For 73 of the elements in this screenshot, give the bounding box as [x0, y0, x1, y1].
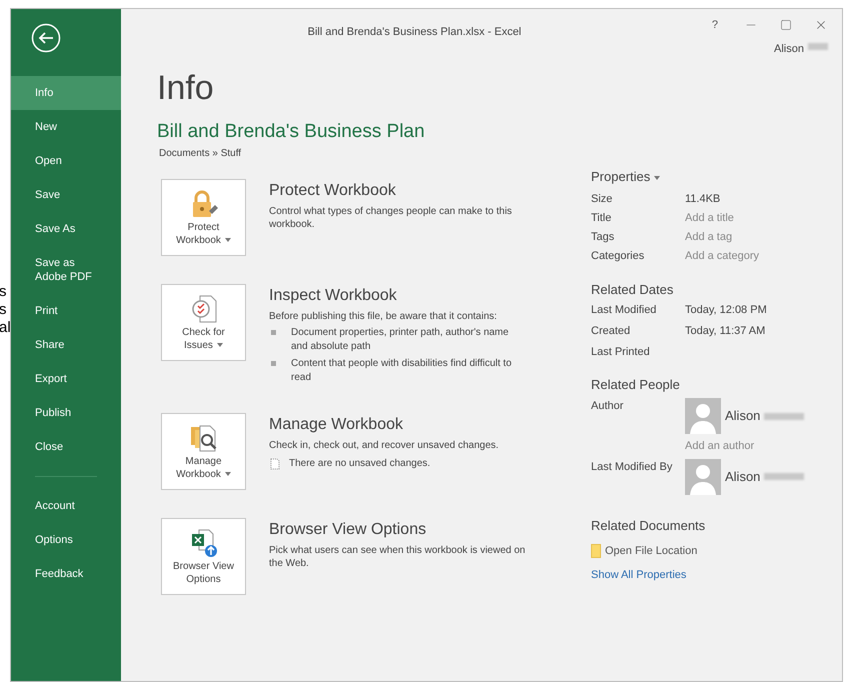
show-all-properties-link[interactable]: Show All Properties	[591, 567, 831, 584]
sidebar-item[interactable]: Save as Adobe PDF	[11, 246, 121, 294]
property-label: Author	[591, 399, 624, 414]
folders-magnifier-icon	[188, 422, 218, 452]
section-note: There are no unsaved changes.	[289, 457, 430, 471]
sidebar-item[interactable]: Open	[11, 144, 121, 178]
folder-icon	[591, 544, 601, 558]
document-check-icon	[190, 294, 218, 324]
section-title: Protect Workbook	[269, 181, 397, 201]
property-value: Today, 12:08 PM	[685, 303, 767, 318]
add-author-field[interactable]: Add an author	[685, 438, 831, 454]
sidebar-item[interactable]: Export	[11, 362, 121, 396]
sidebar-item[interactable]: Options	[11, 523, 121, 557]
sidebar-item[interactable]: Close	[11, 430, 121, 464]
section-description: Before publishing this file, be aware that it contains:	[269, 310, 498, 323]
help-button[interactable]: ?	[708, 18, 722, 32]
person-name: Alison	[725, 468, 760, 486]
property-label: Created	[591, 324, 632, 339]
bullet-text: Content that people with disabilities find difficult to read	[291, 357, 513, 385]
property-value: Today, 11:37 AM	[685, 324, 766, 339]
section-button[interactable]: Protect Workbook	[161, 179, 246, 256]
document-title: Bill and Brenda's Business Plan	[157, 120, 426, 144]
blurred-name	[764, 473, 804, 480]
blurred-name	[808, 43, 828, 50]
avatar-placeholder-icon	[685, 458, 721, 494]
sidebar-item[interactable]: Info	[11, 76, 121, 110]
avatar-placeholder-icon	[685, 398, 721, 434]
blurred-name	[764, 412, 804, 420]
sidebar-item[interactable]: Account	[11, 489, 121, 523]
property-label: Title	[591, 211, 612, 226]
page-heading: Info	[157, 68, 215, 108]
window-title: Bill and Brenda's Business Plan.xlsx - Excel	[308, 26, 522, 38]
document-icon	[269, 458, 281, 470]
sidebar-item[interactable]: Share	[11, 328, 121, 362]
section-heading: Related People	[591, 376, 681, 394]
bullet-icon	[271, 361, 276, 366]
background-text: al	[0, 319, 11, 337]
properties-menu[interactable]: Properties	[591, 168, 831, 186]
section-title: Inspect Workbook	[269, 286, 398, 306]
property-field[interactable]: Add a category	[685, 247, 759, 266]
person-name: Alison	[725, 407, 760, 426]
sidebar-item[interactable]: Publish	[11, 396, 121, 430]
section-button[interactable]: Check for Issues	[161, 284, 246, 361]
property-value: 11.4KB	[685, 192, 720, 207]
property-field[interactable]: Add a tag	[685, 228, 732, 247]
caret-icon	[654, 176, 660, 180]
section-description: Check in, check out, and recover unsaved changes.	[269, 439, 500, 452]
section-title: Manage Workbook	[269, 415, 404, 435]
user-account[interactable]: Alison	[774, 43, 804, 55]
sidebar-item[interactable]: New	[11, 110, 121, 144]
property-label: Size	[591, 192, 614, 207]
property-label: Tags	[591, 230, 616, 245]
sidebar-item[interactable]: Print	[11, 294, 121, 328]
bullet-icon	[271, 330, 276, 335]
section-title: Browser View Options	[269, 520, 428, 540]
section-description: Control what types of changes people can make to this workbook.	[269, 205, 513, 231]
section-heading: Related Dates	[591, 281, 674, 299]
section-heading: Related Documents	[591, 516, 706, 534]
sidebar-item[interactable]: Save As	[11, 212, 121, 246]
property-label: Last Modified By	[591, 460, 674, 474]
maximize-icon[interactable]	[780, 19, 792, 31]
property-label: Last Printed	[591, 345, 651, 360]
property-field[interactable]: Add a title	[685, 209, 734, 228]
section-description: Pick what users can see when this workbook is viewed on the Web.	[269, 544, 526, 570]
property-label: Categories	[591, 249, 646, 264]
section-button[interactable]: Browser View Options	[161, 518, 246, 595]
sidebar-item[interactable]: Feedback	[11, 557, 121, 591]
sidebar-item[interactable]: Save	[11, 178, 121, 212]
property-label: Last Modified	[591, 303, 658, 318]
bullet-text: Document properties, printer path, author's name and absolute path	[291, 326, 510, 354]
open-file-location-link[interactable]: Open File Location	[605, 542, 698, 559]
document-path: Documents » Stuff	[159, 147, 242, 161]
section-button[interactable]: Manage Workbook	[161, 413, 246, 490]
